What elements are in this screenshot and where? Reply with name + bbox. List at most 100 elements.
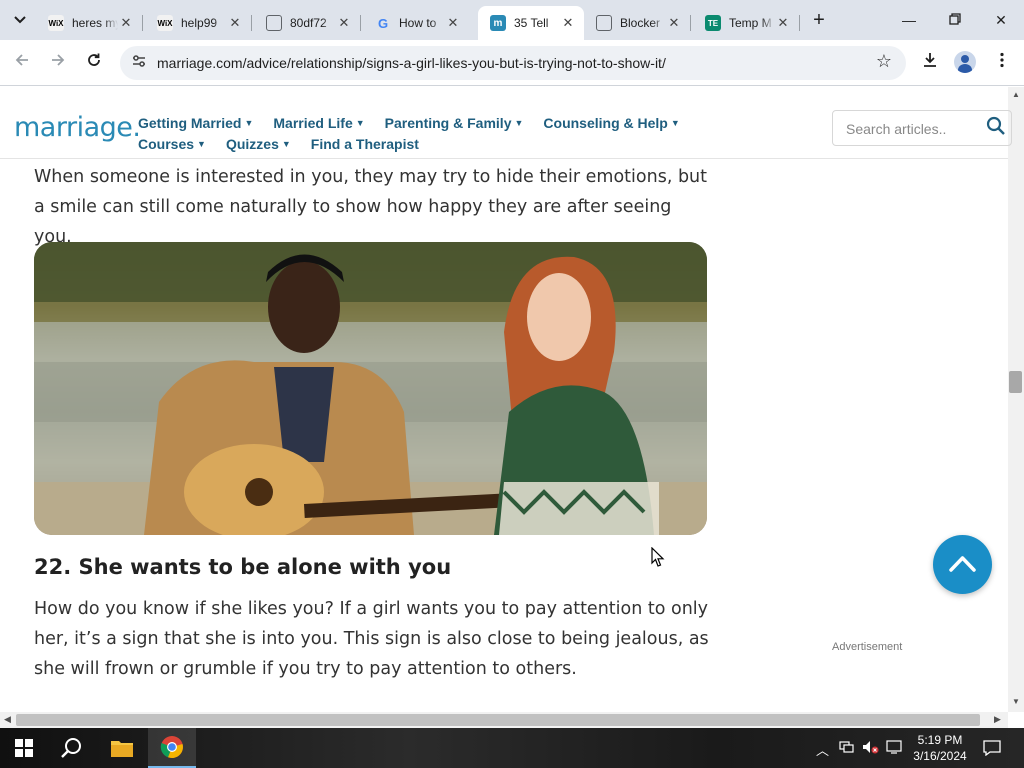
horizontal-scrollbar[interactable]: ◀ ▶ xyxy=(0,712,1008,728)
close-tab-icon[interactable]: ✕ xyxy=(227,15,243,31)
clock-time: 5:19 PM xyxy=(917,733,963,747)
file-explorer-icon[interactable] xyxy=(98,728,146,768)
nav-counseling-help[interactable]: Counseling & Help ▼ xyxy=(543,115,679,131)
scroll-left-arrow-icon[interactable]: ◀ xyxy=(4,714,11,725)
article-paragraph: How do you know if she likes you? If a g… xyxy=(34,599,709,679)
caret-down-icon: ▼ xyxy=(244,118,254,128)
tab-title: Temp M xyxy=(729,16,772,30)
display-icon[interactable] xyxy=(886,740,902,757)
browser-tab-strip: WiX heres my ✕ WiX help99 ✕ 80df72 ✕ G H… xyxy=(0,0,1024,40)
wix-icon: WiX xyxy=(157,15,173,31)
system-clock[interactable]: 5:19 PM 3/16/2024 xyxy=(905,732,975,764)
browser-tab[interactable]: G How to ✕ xyxy=(363,6,469,40)
url-text[interactable]: marriage.com/advice/relationship/signs-a… xyxy=(157,55,666,71)
clock-date: 3/16/2024 xyxy=(913,749,967,763)
nav-quizzes[interactable]: Quizzes ▼ xyxy=(226,136,291,152)
bookmark-star-icon[interactable]: ☆ xyxy=(876,51,892,72)
nav-label: Find a Therapist xyxy=(310,136,419,152)
globe-icon xyxy=(266,15,282,31)
scroll-to-top-button[interactable] xyxy=(933,535,992,594)
close-tab-icon[interactable]: ✕ xyxy=(560,15,576,31)
search-icon[interactable] xyxy=(48,728,96,768)
browser-tab[interactable]: WiX heres my ✕ xyxy=(36,6,143,40)
nav-parenting-family[interactable]: Parenting & Family ▼ xyxy=(385,115,524,131)
site-header: marriage.com Getting Married▼ Married Li… xyxy=(0,87,1012,159)
caret-down-icon: ▼ xyxy=(197,139,206,149)
caret-down-icon: ▼ xyxy=(355,118,365,128)
site-logo[interactable]: marriage.com xyxy=(14,112,138,143)
browser-tab-active[interactable]: m 35 Tell ✕ xyxy=(478,6,584,40)
scroll-up-arrow-icon[interactable]: ▲ xyxy=(1012,90,1020,99)
marriage-icon: m xyxy=(490,15,506,31)
browser-tab[interactable]: WiX help99 ✕ xyxy=(145,6,252,40)
nav-label: Married Life xyxy=(273,115,353,131)
volume-muted-icon[interactable] xyxy=(862,740,880,757)
profile-avatar-icon[interactable] xyxy=(954,51,976,73)
nav-label: Quizzes xyxy=(225,136,279,152)
show-hidden-icons-chevron-icon[interactable]: ︿ xyxy=(816,740,829,759)
nav-getting-married[interactable]: Getting Married ▼ xyxy=(138,115,253,131)
wix-icon: WiX xyxy=(48,15,64,31)
tab-title: 80df72 xyxy=(290,16,327,30)
restore-icon[interactable] xyxy=(943,8,967,32)
scroll-right-arrow-icon[interactable]: ▶ xyxy=(994,714,1001,725)
article-content: When someone is interested in you, they … xyxy=(0,159,1008,712)
browser-tab[interactable]: TE Temp M ✕ xyxy=(693,6,800,40)
network-icon[interactable] xyxy=(839,740,855,757)
forward-arrow-icon[interactable] xyxy=(46,51,70,75)
close-tab-icon[interactable]: ✕ xyxy=(118,15,134,31)
nav-courses[interactable]: Courses ▼ xyxy=(138,136,206,152)
back-arrow-icon[interactable] xyxy=(10,51,34,75)
browser-tab[interactable]: 80df72 ✕ xyxy=(254,6,361,40)
vertical-scroll-thumb[interactable] xyxy=(1009,371,1022,393)
caret-down-icon: ▼ xyxy=(670,118,680,128)
nav-find-a-therapist[interactable]: Find a Therapist xyxy=(311,136,419,152)
tab-search-chevron-icon[interactable] xyxy=(8,8,32,32)
chrome-taskbar-icon[interactable] xyxy=(148,728,196,768)
windows-taskbar: ︿ 5:19 PM 3/16/2024 xyxy=(0,728,1024,768)
search-placeholder: Search articles.. xyxy=(846,121,947,137)
caret-down-icon: ▼ xyxy=(281,139,291,149)
horizontal-scroll-thumb[interactable] xyxy=(16,714,980,726)
chevron-up-icon xyxy=(949,556,976,572)
windows-start-icon[interactable] xyxy=(0,728,48,768)
nav-label: Counseling & Help xyxy=(543,115,668,131)
notifications-icon[interactable] xyxy=(983,740,1001,759)
tab-title: 35 Tell xyxy=(514,16,549,30)
google-icon: G xyxy=(377,15,389,31)
search-icon[interactable] xyxy=(986,116,1006,141)
minimize-icon[interactable]: — xyxy=(897,8,921,32)
article-photo-couple-guitar xyxy=(34,242,707,535)
tab-title: help99 xyxy=(181,16,218,30)
more-menu-icon[interactable] xyxy=(990,51,1014,75)
download-icon[interactable] xyxy=(918,51,942,75)
vertical-scrollbar[interactable]: ▲ ▼ xyxy=(1008,87,1024,712)
new-tab-plus-icon[interactable]: + xyxy=(808,10,830,32)
mouse-cursor-icon xyxy=(651,547,665,567)
nav-married-life[interactable]: Married Life ▼ xyxy=(273,115,364,131)
search-articles-input[interactable]: Search articles.. xyxy=(832,110,1012,146)
photo-illustration xyxy=(34,242,707,535)
close-window-icon[interactable]: ✕ xyxy=(989,8,1013,32)
close-tab-icon[interactable]: ✕ xyxy=(336,15,352,31)
article-paragraph: When someone is interested in you, they … xyxy=(34,167,708,247)
close-tab-icon[interactable]: ✕ xyxy=(445,15,461,31)
address-bar[interactable]: marriage.com/advice/relationship/signs-a… xyxy=(120,46,906,80)
close-tab-icon[interactable]: ✕ xyxy=(775,15,791,31)
site-settings-icon[interactable] xyxy=(130,54,148,72)
close-tab-icon[interactable]: ✕ xyxy=(666,15,682,31)
section-heading: 22. She wants to be alone with you xyxy=(34,555,452,579)
main-navigation: Getting Married ▼ Married Life ▼ Parenting… xyxy=(138,115,778,152)
nav-label: Getting Married xyxy=(138,115,242,131)
caret-down-icon: ▼ xyxy=(514,118,524,128)
nav-label: Courses xyxy=(138,136,195,152)
browser-tab[interactable]: Blocker ✕ xyxy=(584,6,691,40)
reload-icon[interactable] xyxy=(82,51,106,75)
scroll-down-arrow-icon[interactable]: ▼ xyxy=(1012,697,1020,706)
temp-mail-icon: TE xyxy=(705,15,721,31)
browser-toolbar: marriage.com/advice/relationship/signs-a… xyxy=(0,40,1024,86)
tab-title: Blocker xyxy=(620,16,661,30)
tab-title: heres my xyxy=(72,16,118,30)
globe-icon xyxy=(596,15,612,31)
tab-title: How to xyxy=(399,16,437,30)
